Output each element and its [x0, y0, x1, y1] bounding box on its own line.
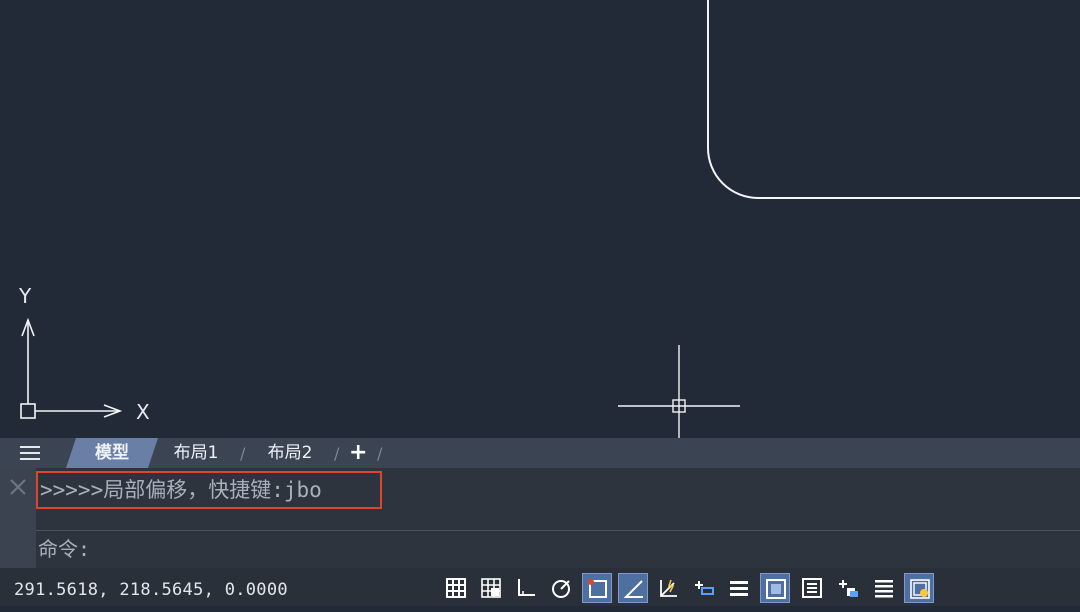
- object-snap-tracking-icon: [623, 580, 643, 598]
- snap-mode-icon: [481, 578, 501, 598]
- quick-properties-button[interactable]: [797, 573, 827, 603]
- snap-mode-button[interactable]: [476, 573, 506, 603]
- drawing-canvas[interactable]: Y X: [0, 0, 1080, 438]
- annotation-monitor-icon: [875, 580, 893, 598]
- polar-tracking-button[interactable]: [546, 573, 576, 603]
- tab-separator: /: [240, 444, 246, 463]
- dynamic-ucs-button[interactable]: [654, 573, 684, 603]
- cursor-coordinates[interactable]: 291.5618, 218.5645, 0.0000: [14, 568, 288, 612]
- object-snap-button[interactable]: [582, 573, 612, 603]
- ucs-y-label: Y: [19, 284, 32, 308]
- canvas-graphics: [20, 0, 1080, 438]
- quick-properties-icon: [802, 578, 822, 598]
- command-divider: [36, 530, 1080, 531]
- cad-application: Y X 模型 布局1 / 布局2 / + / >>>>>局部偏移，快捷键:jbo…: [0, 0, 1080, 606]
- ucs-icon: [20, 317, 123, 419]
- dynamic-input-button[interactable]: [689, 573, 719, 603]
- object-snap-tracking-button[interactable]: [618, 573, 648, 603]
- tab-separator: /: [334, 444, 340, 463]
- crosshair-cursor-icon: [618, 345, 740, 438]
- ortho-mode-icon: [518, 579, 535, 596]
- close-command-line-button[interactable]: [0, 468, 36, 568]
- drawn-polyline: [707, 0, 1080, 199]
- annotation-monitor-button[interactable]: [869, 573, 899, 603]
- isolate-objects-icon: [910, 579, 930, 599]
- grid-display-button[interactable]: [441, 573, 471, 603]
- lineweight-icon: [730, 581, 748, 596]
- ortho-mode-button[interactable]: [511, 573, 541, 603]
- command-input[interactable]: [100, 536, 1064, 564]
- layout-tab-bar: 模型 布局1 / 布局2 / + /: [0, 438, 1080, 468]
- tab-separator: /: [377, 444, 383, 463]
- polar-tracking-icon: [552, 580, 570, 598]
- command-line-panel: >>>>>局部偏移，快捷键:jbo 命令:: [0, 468, 1080, 568]
- command-history-line: >>>>>局部偏移，快捷键:jbo: [36, 471, 382, 509]
- selection-cycling-icon: [839, 580, 858, 597]
- tab-layout1[interactable]: 布局1: [166, 438, 226, 468]
- isolate-objects-button[interactable]: [904, 573, 934, 603]
- add-layout-button[interactable]: +: [349, 438, 367, 468]
- dynamic-ucs-icon: [660, 579, 677, 597]
- selection-cycling-button[interactable]: [833, 573, 863, 603]
- grid-display-icon: [446, 578, 466, 598]
- hamburger-menu-icon[interactable]: [18, 444, 42, 462]
- command-prompt-label: 命令:: [38, 537, 91, 561]
- transparency-icon: [766, 579, 786, 599]
- tab-model[interactable]: 模型: [66, 438, 158, 468]
- transparency-button[interactable]: [760, 573, 790, 603]
- lineweight-button[interactable]: [724, 573, 754, 603]
- object-snap-icon: [588, 579, 607, 598]
- close-icon: [10, 479, 26, 495]
- tab-layout2[interactable]: 布局2: [260, 438, 320, 468]
- status-bar: 291.5618, 218.5645, 0.0000: [0, 568, 1080, 606]
- dynamic-input-icon: [695, 581, 714, 595]
- ucs-x-label: X: [136, 400, 150, 424]
